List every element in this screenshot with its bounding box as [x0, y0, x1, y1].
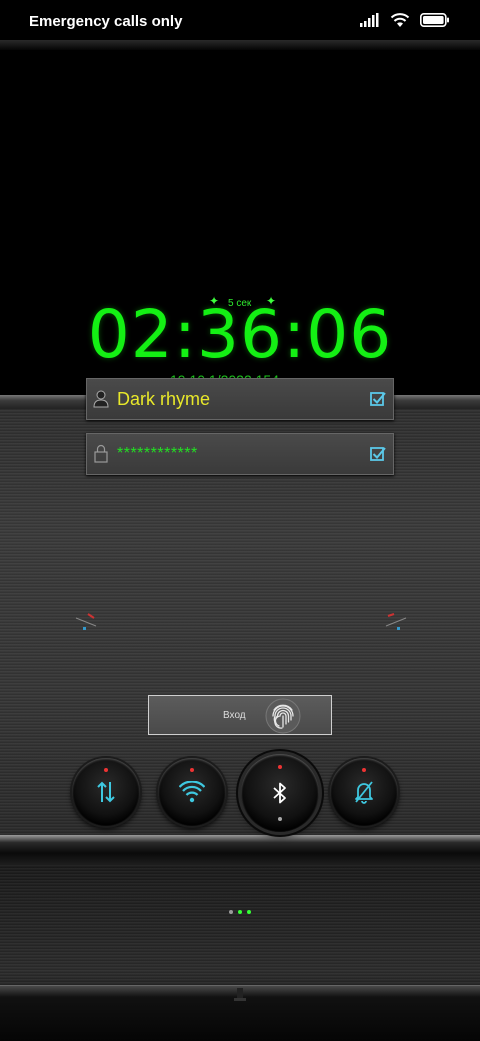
fingerprint-icon[interactable] — [265, 698, 301, 734]
signal-icon — [360, 13, 379, 27]
divider-bar — [0, 835, 480, 865]
wifi-toggle[interactable] — [158, 758, 226, 826]
status-led — [190, 768, 194, 772]
status-led — [278, 817, 282, 821]
status-led — [362, 768, 366, 772]
user-icon — [87, 390, 115, 408]
checkbox-checked-icon[interactable] — [363, 391, 393, 407]
battery-icon — [420, 13, 449, 27]
username-value: Dark rhyme — [117, 388, 211, 409]
checkbox-checked-icon[interactable] — [363, 446, 393, 462]
status-led — [104, 768, 108, 772]
decorative-glint — [385, 613, 407, 630]
wifi-icon — [179, 781, 205, 803]
key-icon — [87, 444, 115, 464]
page-indicator — [229, 910, 251, 914]
upper-rim — [0, 40, 480, 50]
bell-off-icon — [355, 781, 373, 804]
page-dot-active — [238, 910, 242, 914]
page-dot — [229, 910, 233, 914]
login-button[interactable]: Вход — [148, 695, 332, 735]
status-led — [278, 765, 282, 769]
clock-time: 02:36:06 — [87, 296, 393, 373]
decorative-glint — [75, 613, 97, 630]
login-label: Вход — [223, 709, 246, 721]
password-field[interactable]: ************ — [86, 433, 394, 475]
password-value: ************ — [117, 445, 198, 462]
status-icons — [360, 12, 450, 28]
bluetooth-icon — [273, 782, 286, 804]
carrier-status: Emergency calls only — [29, 13, 183, 30]
username-field[interactable]: Dark rhyme — [86, 378, 394, 420]
wifi-icon — [390, 13, 410, 27]
page-dot — [247, 910, 251, 914]
mobile-data-toggle[interactable] — [72, 758, 140, 826]
bluetooth-toggle[interactable] — [241, 754, 319, 832]
decorative-notch — [234, 988, 246, 1001]
data-transfer-icon — [97, 781, 115, 803]
silent-toggle[interactable] — [330, 758, 398, 826]
